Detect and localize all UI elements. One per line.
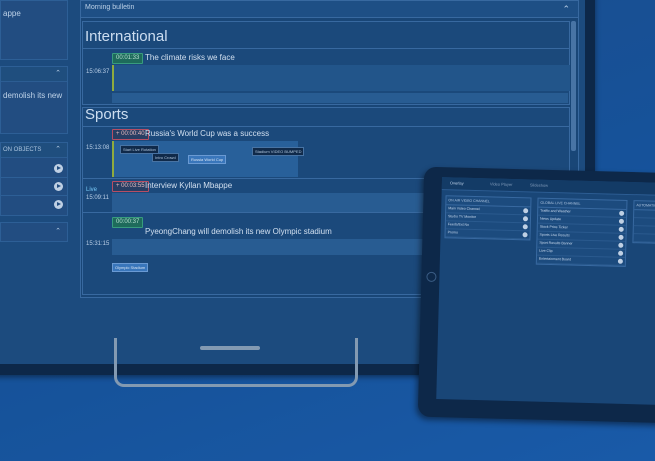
timeline-chip[interactable]: Intro Crowd <box>152 153 179 162</box>
play-icon[interactable] <box>618 226 624 232</box>
tablet-list-item[interactable]: Promo <box>445 229 530 240</box>
tablet-item-label: Feeds/Ext No <box>447 222 470 227</box>
chevron-up-icon[interactable]: ⌃ <box>55 227 61 235</box>
duration-badge: 00:00:37 <box>112 217 144 228</box>
story-time: 15:06:37 <box>86 69 110 75</box>
timeline-chip[interactable]: Stadium VIDEO BUMPED <box>252 147 305 156</box>
tablet-column-onair: ON AIR VIDEO CHANNEL Main Video Channel … <box>444 195 532 241</box>
left-panel: appe ⌃ demolish its new ON OBJECTS ⌃ ⌃ <box>0 0 68 364</box>
play-icon[interactable] <box>54 164 63 173</box>
play-icon[interactable] <box>54 200 63 209</box>
tablet-item-label: Promo <box>447 230 458 235</box>
bulletin-scrollbar[interactable] <box>571 21 576 151</box>
timeline-chip[interactable]: Olympic Stadium <box>112 263 149 272</box>
left-panel-objects-box: ON OBJECTS ⌃ <box>0 142 68 216</box>
tablet-item-label: Sports Live Results <box>539 232 570 238</box>
tablet-item-label: Main Video Channel <box>448 206 480 212</box>
tablet-tab-bar: Overlay Video Player Slideshow <box>441 177 655 197</box>
tablet-screen: Overlay Video Player Slideshow ON AIR VI… <box>436 177 655 406</box>
story-timeline-track[interactable]: Start Live Rotation Intro Crowd Russia W… <box>112 141 305 177</box>
tablet-item-label: Entertainment Board <box>538 256 572 262</box>
duration-badge: + 00:00:40 <box>112 129 149 140</box>
play-icon[interactable] <box>617 258 623 264</box>
chevron-up-icon[interactable]: ⌃ <box>562 4 570 15</box>
timeline-chip[interactable]: Russia World Cup <box>188 155 227 164</box>
story-title[interactable]: PyeongChang will demolish its new Olympi… <box>145 227 332 236</box>
object-row[interactable] <box>1 179 67 196</box>
monitor-stand-neck <box>200 346 260 350</box>
left-panel-top-text: appe <box>3 9 21 18</box>
left-panel-story-box[interactable]: ⌃ demolish its new <box>0 66 68 134</box>
story-title[interactable]: Interview Kyllan Mbappe <box>145 181 232 190</box>
chevron-up-icon[interactable]: ⌃ <box>55 145 61 153</box>
section-title: Sports <box>85 106 129 123</box>
story-row[interactable]: 15:06:37 00:01:33 The climate risks we f… <box>83 48 570 104</box>
chevron-up-icon[interactable]: ⌃ <box>55 69 61 77</box>
story-timeline-track[interactable] <box>112 65 570 91</box>
object-row[interactable] <box>1 161 67 178</box>
play-icon[interactable] <box>619 210 625 216</box>
left-panel-collapsed-box[interactable]: ⌃ <box>0 222 68 242</box>
tablet-item-label: Sport Results Banner <box>539 240 573 246</box>
tablet-item-label: Live Clip <box>539 248 553 254</box>
story-timeline-blank <box>112 93 568 103</box>
play-icon[interactable] <box>618 250 624 256</box>
tablet-tab-video-player[interactable]: Video Player <box>490 181 513 187</box>
story-title[interactable]: The climate risks we face <box>145 53 235 62</box>
live-indicator: Live <box>86 187 98 193</box>
section-international: International 15:06:37 00:01:33 The clim… <box>82 21 570 105</box>
tablet-home-button[interactable] <box>426 271 437 282</box>
play-icon[interactable] <box>618 242 624 248</box>
play-icon[interactable] <box>523 208 529 214</box>
tablet-tab-overlay[interactable]: Overlay <box>450 180 464 185</box>
tablet-list-item[interactable] <box>633 234 655 244</box>
play-icon[interactable] <box>618 218 625 224</box>
tablet-column-automations: AUTOMATIONS <box>632 200 655 245</box>
tablet-device: Overlay Video Player Slideshow ON AIR VI… <box>417 166 655 424</box>
story-time: 15:13:08 <box>86 145 110 151</box>
story-time: 15:31:15 <box>86 241 110 247</box>
play-icon[interactable] <box>618 234 624 240</box>
tablet-item-label: News Update <box>539 216 562 222</box>
tablet-list-item[interactable]: Entertainment Board <box>536 255 625 266</box>
story-time: 15:09:11 <box>86 195 109 201</box>
play-icon[interactable] <box>522 232 528 238</box>
left-panel-story-text: demolish its new <box>3 91 63 100</box>
tablet-item-label: Stock Price Ticker <box>539 224 568 230</box>
duration-badge: 00:01:33 <box>112 53 144 64</box>
left-panel-story-header: ⌃ <box>1 67 67 82</box>
object-row[interactable] <box>1 197 67 213</box>
tablet-tab-slideshow[interactable]: Slideshow <box>530 182 548 187</box>
play-icon[interactable] <box>522 224 528 230</box>
play-icon[interactable] <box>522 216 529 222</box>
left-panel-objects-header: ON OBJECTS ⌃ <box>1 143 67 158</box>
tablet-item-label: Studio TV Monitor <box>447 214 477 220</box>
play-icon[interactable] <box>54 182 63 191</box>
objects-header-label: ON OBJECTS <box>3 147 42 153</box>
tablet-column-global: GLOBAL LIVE CHANNEL Traffic and Weather … <box>535 197 628 267</box>
tablet-item-label: Traffic and Weather <box>540 208 571 214</box>
bulletin-header: Morning bulletin ⌃ <box>81 1 578 18</box>
bulletin-title: Morning bulletin <box>85 4 135 11</box>
section-title: International <box>85 28 168 45</box>
left-panel-top-box: appe <box>0 0 68 60</box>
duration-badge: + 00:03:55 <box>112 181 149 192</box>
story-title[interactable]: Russia's World Cup was a success <box>145 129 269 138</box>
